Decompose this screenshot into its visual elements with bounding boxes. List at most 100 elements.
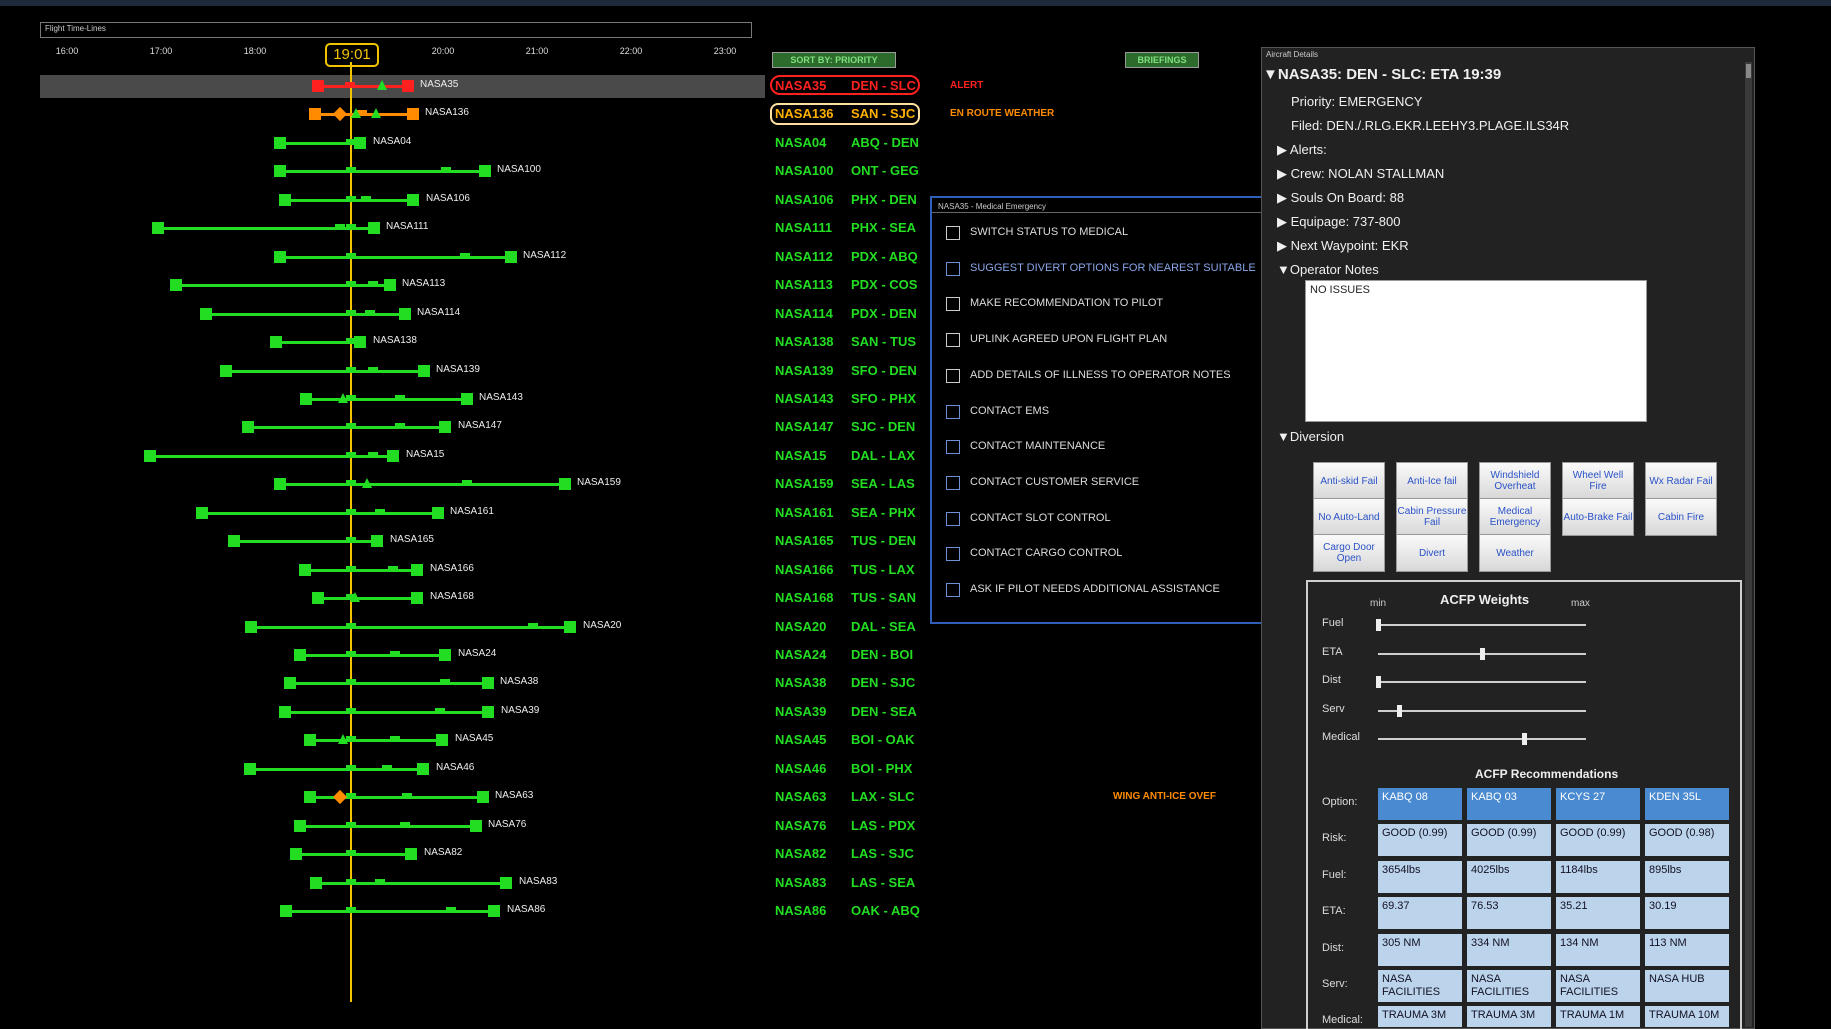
timeline-flight-label[interactable]: NASA139 — [436, 364, 480, 375]
diversion-button[interactable]: Cabin Pressure Fail — [1396, 498, 1468, 536]
souls-row[interactable]: ▶ Souls On Board: 88 — [1277, 190, 1404, 206]
timeline-flight-label[interactable]: NASA166 — [430, 563, 474, 574]
flight-list-item[interactable]: NASA143 SFO - PHX — [775, 389, 941, 409]
diversion-button[interactable]: Auto-Brake Fail — [1562, 498, 1634, 536]
diversion-row[interactable]: ▼Diversion — [1277, 429, 1344, 444]
flight-list-item[interactable]: NASA100 ONT - GEG — [775, 161, 941, 181]
recommendation-option-cell[interactable]: KABQ 08 — [1378, 788, 1462, 820]
flight-list-item[interactable]: NASA38 DEN - SJC — [775, 673, 941, 693]
diversion-button[interactable]: Anti-Ice fail — [1396, 462, 1468, 500]
checklist-item-label[interactable]: CONTACT CUSTOMER SERVICE — [970, 476, 1139, 488]
flight-list-item[interactable]: NASA114 PDX - DEN — [775, 304, 941, 324]
timeline-flight-label[interactable]: NASA100 — [497, 164, 541, 175]
checklist-item-label[interactable]: ADD DETAILS OF ILLNESS TO OPERATOR NOTES — [970, 369, 1231, 381]
flight-list-item[interactable]: NASA45 BOI - OAK — [775, 730, 941, 750]
timeline-flight-label[interactable]: NASA114 — [417, 307, 460, 318]
checklist-checkbox[interactable] — [946, 368, 960, 383]
details-scrollbar[interactable] — [1745, 62, 1752, 1027]
diversion-button[interactable]: Medical Emergency — [1479, 498, 1551, 536]
flight-list-item[interactable]: NASA139 SFO - DEN — [775, 361, 941, 381]
timeline-flight-label[interactable]: NASA20 — [583, 620, 621, 631]
timeline-flight-label[interactable]: NASA83 — [519, 876, 557, 887]
flight-list-item[interactable]: NASA15 DAL - LAX — [775, 446, 941, 466]
weight-slider-thumb[interactable] — [1521, 733, 1527, 745]
briefings-button[interactable]: BRIEFINGS — [1125, 52, 1199, 68]
weight-slider-track[interactable] — [1378, 738, 1586, 740]
checklist-checkbox[interactable] — [946, 297, 960, 312]
details-scrollbar-thumb[interactable] — [1746, 64, 1751, 78]
weight-slider-track[interactable] — [1378, 681, 1586, 683]
checklist-checkbox[interactable] — [946, 511, 960, 526]
timeline-flight-label[interactable]: NASA35 — [420, 79, 458, 90]
checklist-item-label[interactable]: SWITCH STATUS TO MEDICAL — [970, 226, 1128, 238]
timeline-flight-label[interactable]: NASA143 — [479, 392, 523, 403]
timeline-flight-label[interactable]: NASA63 — [495, 790, 533, 801]
flight-list-item[interactable]: NASA166 TUS - LAX — [775, 560, 941, 580]
timeline-flight-label[interactable]: NASA136 — [425, 107, 469, 118]
flight-list-item[interactable]: NASA168 TUS - SAN — [775, 588, 941, 608]
flight-list-item[interactable]: NASA147 SJC - DEN — [775, 417, 941, 437]
checklist-item-label[interactable]: CONTACT SLOT CONTROL — [970, 512, 1111, 524]
timeline-flight-label[interactable]: NASA24 — [458, 648, 496, 659]
timeline-flight-label[interactable]: NASA38 — [500, 676, 538, 687]
checklist-checkbox[interactable] — [946, 440, 960, 455]
flight-list-item[interactable]: NASA112 PDX - ABQ — [775, 247, 941, 267]
timeline-flight-label[interactable]: NASA111 — [386, 221, 428, 232]
flight-list-item[interactable]: NASA83 LAS - SEA — [775, 873, 941, 893]
sort-by-priority-button[interactable]: SORT BY: PRIORITY — [772, 52, 896, 68]
recommendation-option-cell[interactable]: KCYS 27 — [1556, 788, 1640, 820]
flight-list-item[interactable]: NASA86 OAK - ABQ — [775, 901, 941, 921]
checklist-checkbox[interactable] — [946, 226, 960, 240]
flight-list-item[interactable]: NASA138 SAN - TUS — [775, 332, 941, 352]
flight-list-item[interactable]: NASA111 PHX - SEA — [775, 218, 941, 238]
checklist-checkbox[interactable] — [946, 475, 960, 490]
details-header[interactable]: ▼NASA35: DEN - SLC: ETA 19:39 — [1263, 66, 1501, 83]
timeline-flight-label[interactable]: NASA165 — [390, 534, 434, 545]
flight-list-item[interactable]: NASA161 SEA - PHX — [775, 503, 941, 523]
timeline-flight-label[interactable]: NASA04 — [373, 136, 411, 147]
timeline-flight-label[interactable]: NASA76 — [488, 819, 526, 830]
timeline-flight-label[interactable]: NASA15 — [406, 449, 444, 460]
weight-slider-track[interactable] — [1378, 709, 1586, 712]
timeline-flight-label[interactable]: NASA106 — [426, 193, 470, 204]
diversion-button[interactable]: Wheel Well Fire — [1562, 462, 1634, 500]
timeline-flight-label[interactable]: NASA112 — [523, 250, 566, 261]
flight-list-item[interactable]: NASA165 TUS - DEN — [775, 531, 941, 551]
diversion-button[interactable]: Anti-skid Fail — [1313, 462, 1385, 500]
checklist-item-label[interactable]: ASK IF PILOT NEEDS ADDITIONAL ASSISTANCE — [970, 583, 1220, 595]
recommendation-option-cell[interactable]: KDEN 35L — [1645, 788, 1729, 820]
flight-list-item[interactable]: NASA46 BOI - PHX — [775, 759, 941, 779]
flight-list-item[interactable]: NASA106 PHX - DEN — [775, 190, 941, 210]
checklist-checkbox[interactable] — [946, 583, 960, 597]
alerts-row[interactable]: ▶ Alerts: — [1277, 142, 1327, 158]
operator-notes-textarea[interactable]: NO ISSUES — [1305, 280, 1647, 422]
checklist-item-label[interactable]: MAKE RECOMMENDATION TO PILOT — [970, 297, 1163, 309]
diversion-button[interactable]: Windshield Overheat — [1479, 462, 1551, 500]
recommendation-option-cell[interactable]: KABQ 03 — [1467, 788, 1551, 820]
diversion-button[interactable]: Divert — [1396, 534, 1468, 572]
flight-list-item[interactable]: NASA76 LAS - PDX — [775, 816, 941, 836]
checklist-item-label[interactable]: CONTACT CARGO CONTROL — [970, 547, 1122, 559]
timeline-flight-label[interactable]: NASA147 — [458, 420, 502, 431]
flight-list-item[interactable]: NASA63 LAX - SLC — [775, 787, 941, 807]
checklist-checkbox[interactable] — [946, 547, 960, 562]
weight-slider-thumb[interactable] — [1376, 676, 1381, 688]
flight-list-item[interactable]: NASA113 PDX - COS — [775, 275, 941, 295]
timeline-flight-label[interactable]: NASA86 — [507, 904, 545, 915]
checklist-item-label[interactable]: CONTACT MAINTENANCE — [970, 440, 1105, 452]
diversion-button[interactable]: No Auto-Land — [1313, 498, 1385, 536]
checklist-item-label[interactable]: SUGGEST DIVERT OPTIONS FOR NEAREST SUITA… — [970, 262, 1256, 274]
timeline-flight-label[interactable]: NASA39 — [501, 705, 539, 716]
timeline-flight-label[interactable]: NASA161 — [450, 506, 494, 517]
flight-list-item[interactable]: NASA24 DEN - BOI — [775, 645, 941, 665]
weight-slider-thumb[interactable] — [1480, 647, 1485, 660]
timeline-flight-label[interactable]: NASA82 — [424, 847, 462, 858]
checklist-checkbox[interactable] — [946, 261, 960, 276]
weight-slider-thumb[interactable] — [1376, 619, 1381, 631]
flight-list-item[interactable]: NASA82 LAS - SJC — [775, 844, 941, 864]
weight-slider-thumb[interactable] — [1396, 704, 1402, 717]
crew-row[interactable]: ▶ Crew: NOLAN STALLMAN — [1277, 166, 1444, 182]
timeline-flight-label[interactable]: NASA159 — [577, 477, 621, 488]
flight-list-item[interactable]: NASA39 DEN - SEA — [775, 702, 941, 722]
diversion-button[interactable]: Cargo Door Open — [1313, 534, 1385, 572]
